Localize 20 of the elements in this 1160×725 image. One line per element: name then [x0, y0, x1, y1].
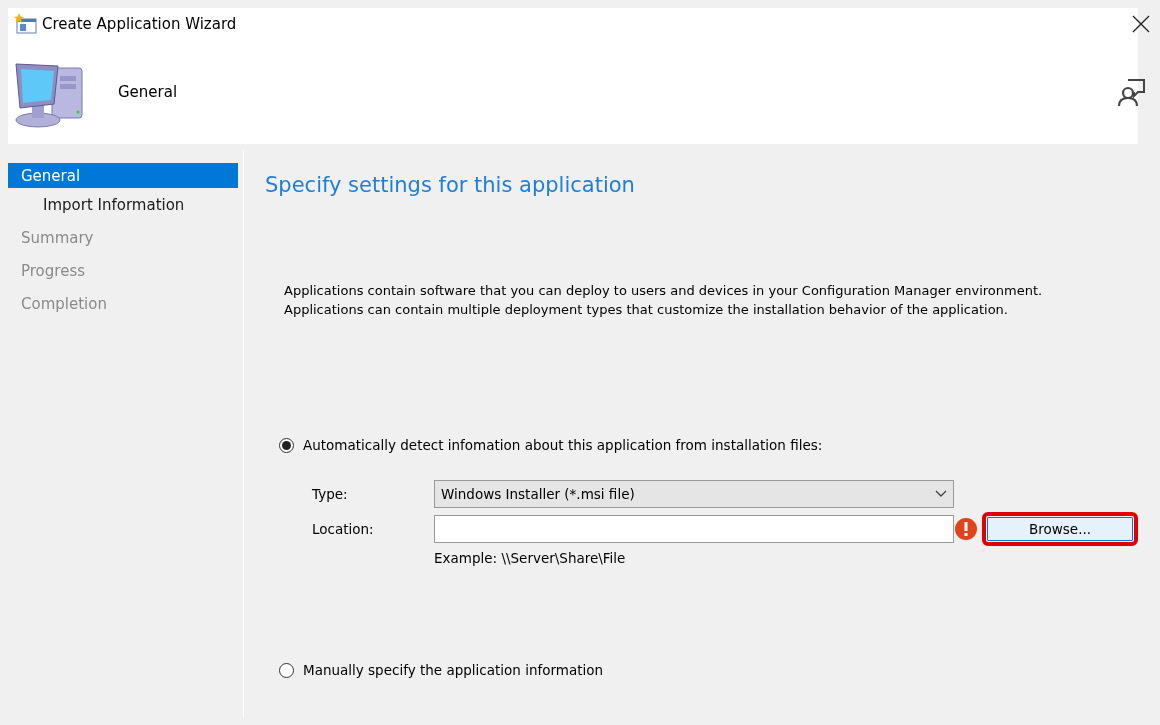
chevron-down-icon [935, 490, 947, 498]
example-text: Example: \\Server\Share\File [434, 550, 627, 566]
window-title: Create Application Wizard [42, 15, 238, 33]
description-text: Applications contain software that you can deploy to users and devices in your Configuration Manager environment. Applications can contain multiple deployment types that customize the installation behavior of the application. [284, 282, 1044, 319]
wizard-step[interactable]: Import Information [8, 188, 238, 221]
browse-button[interactable]: Browse... [982, 512, 1138, 546]
close-icon[interactable] [1132, 15, 1150, 33]
radio-button[interactable] [279, 437, 294, 453]
radio-button[interactable] [279, 662, 294, 678]
location-label: Location: [312, 521, 375, 537]
app-window-icon [14, 13, 38, 35]
type-label: Type: [312, 486, 349, 502]
section-heading: Specify settings for this application [265, 173, 636, 197]
location-field[interactable] [434, 515, 954, 543]
person-chat-icon[interactable] [1116, 76, 1148, 108]
option-label: Automatically detect infomation about this application from installation files: [303, 437, 823, 453]
option-label: Manually specify the application information [303, 662, 604, 678]
page-title: General [118, 83, 179, 101]
wizard-step[interactable]: General [8, 163, 238, 188]
type-dropdown[interactable]: Windows Installer (*.msi file) [434, 480, 954, 508]
